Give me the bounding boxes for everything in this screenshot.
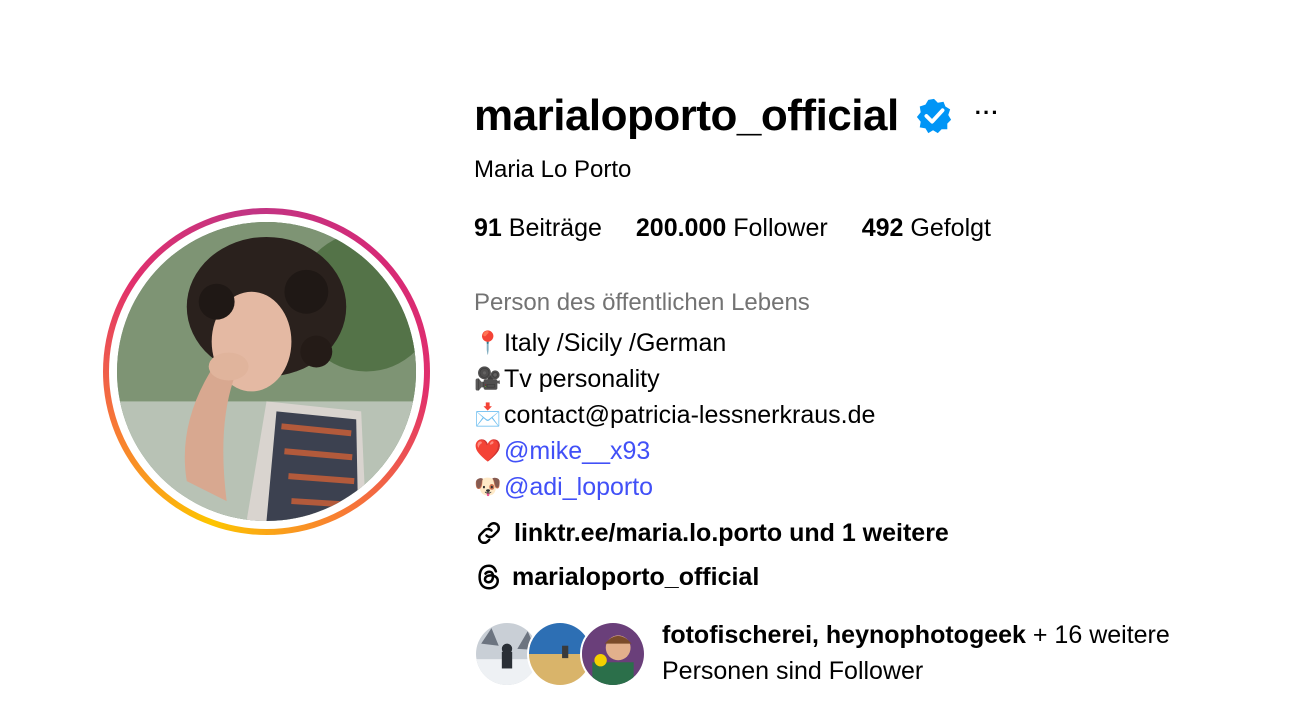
envelope-icon: 📩	[474, 402, 502, 427]
profile-avatar-ring[interactable]	[103, 208, 430, 535]
followers-stat[interactable]: 200.000 Follower	[636, 214, 828, 243]
verified-badge-icon	[916, 98, 951, 134]
profile-avatar[interactable]	[117, 222, 416, 521]
bio-line-tv: 🎥 Tv personality	[474, 361, 1274, 397]
posts-stat: 91 Beiträge	[474, 214, 602, 242]
bio-line-location: 📍 Italy /Sicily /German	[474, 325, 1274, 361]
full-name: Maria Lo Porto	[474, 156, 632, 183]
profile-stats: 91 Beiträge 200.000 Follower 492 Gefolgt	[474, 214, 1274, 243]
followed-by-names[interactable]: fotofischerei, heynophotogeek	[662, 621, 1026, 649]
heart-icon: ❤️	[474, 438, 502, 463]
following-stat[interactable]: 492 Gefolgt	[862, 214, 991, 243]
followed-by-text[interactable]: fotofischerei, heynophotogeek + 16 weite…	[662, 617, 1170, 689]
mention-link-mike[interactable]: @mike__x93	[504, 433, 650, 469]
mention-link-adi[interactable]: @adi_loporto	[504, 469, 653, 505]
followed-by-line2: Personen sind Follower	[662, 657, 924, 685]
dog-icon: 🐶	[474, 474, 502, 499]
more-options-button[interactable]: ···	[975, 100, 1000, 126]
profile-category: Person des öffentlichen Lebens	[474, 289, 810, 316]
link-icon	[477, 521, 501, 545]
profile-info: marialoporto_official ··· Maria Lo Porto…	[474, 86, 1274, 689]
bio-line-mention-2: 🐶 @adi_loporto	[474, 469, 1274, 505]
pin-icon: 📍	[474, 330, 502, 355]
profile-header: marialoporto_official ···	[474, 86, 1274, 146]
threads-link[interactable]: marialoporto_official	[474, 559, 1274, 595]
threads-icon	[478, 564, 500, 590]
camera-icon: 🎥	[474, 366, 502, 391]
username: marialoporto_official	[474, 91, 899, 140]
followed-by-suffix: + 16 weitere	[1032, 621, 1170, 649]
bio-line-mention-1: ❤️ @mike__x93	[474, 433, 1274, 469]
bio-line-contact: 📩 contact@patricia-lessnerkraus.de	[474, 397, 1274, 433]
followed-by[interactable]: fotofischerei, heynophotogeek + 16 weite…	[474, 621, 1274, 689]
link-text[interactable]: linktr.ee/maria.lo.porto und 1 weitere	[514, 519, 949, 548]
threads-text[interactable]: marialoporto_official	[512, 563, 759, 592]
follower-avatars	[474, 621, 650, 687]
follower-avatar-3	[580, 621, 646, 687]
external-link[interactable]: linktr.ee/maria.lo.porto und 1 weitere	[474, 515, 1274, 551]
